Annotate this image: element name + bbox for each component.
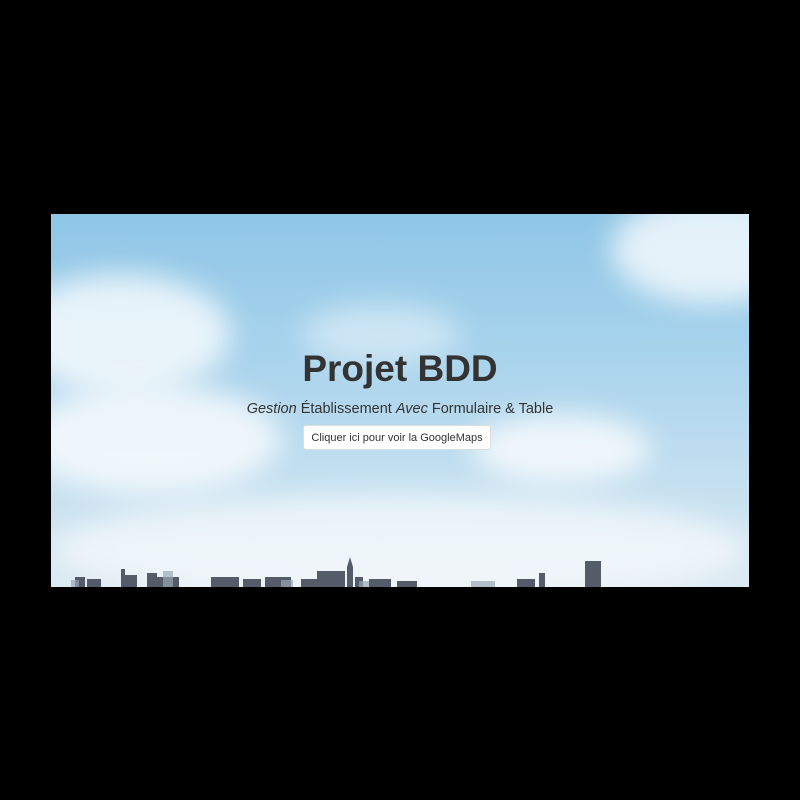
hero-banner: Projet BDD Gestion Établissement Avec Fo…: [51, 214, 749, 587]
subtitle-avec: Avec: [395, 401, 428, 417]
page-subtitle: Gestion Établissement Avec Formulaire & …: [51, 400, 749, 418]
subtitle-etablissement: Établissement: [296, 401, 396, 417]
page-title: Projet BDD: [302, 348, 498, 389]
city-skyline-image: [71, 557, 601, 587]
cloud-shape: [471, 414, 651, 484]
subtitle-gestion: Gestion: [246, 401, 297, 417]
googlemaps-button[interactable]: Cliquer ici pour voir la GoogleMaps: [303, 425, 491, 450]
subtitle-formulaire-table: Formulaire & Table: [427, 401, 554, 417]
cloud-shape: [611, 214, 749, 304]
